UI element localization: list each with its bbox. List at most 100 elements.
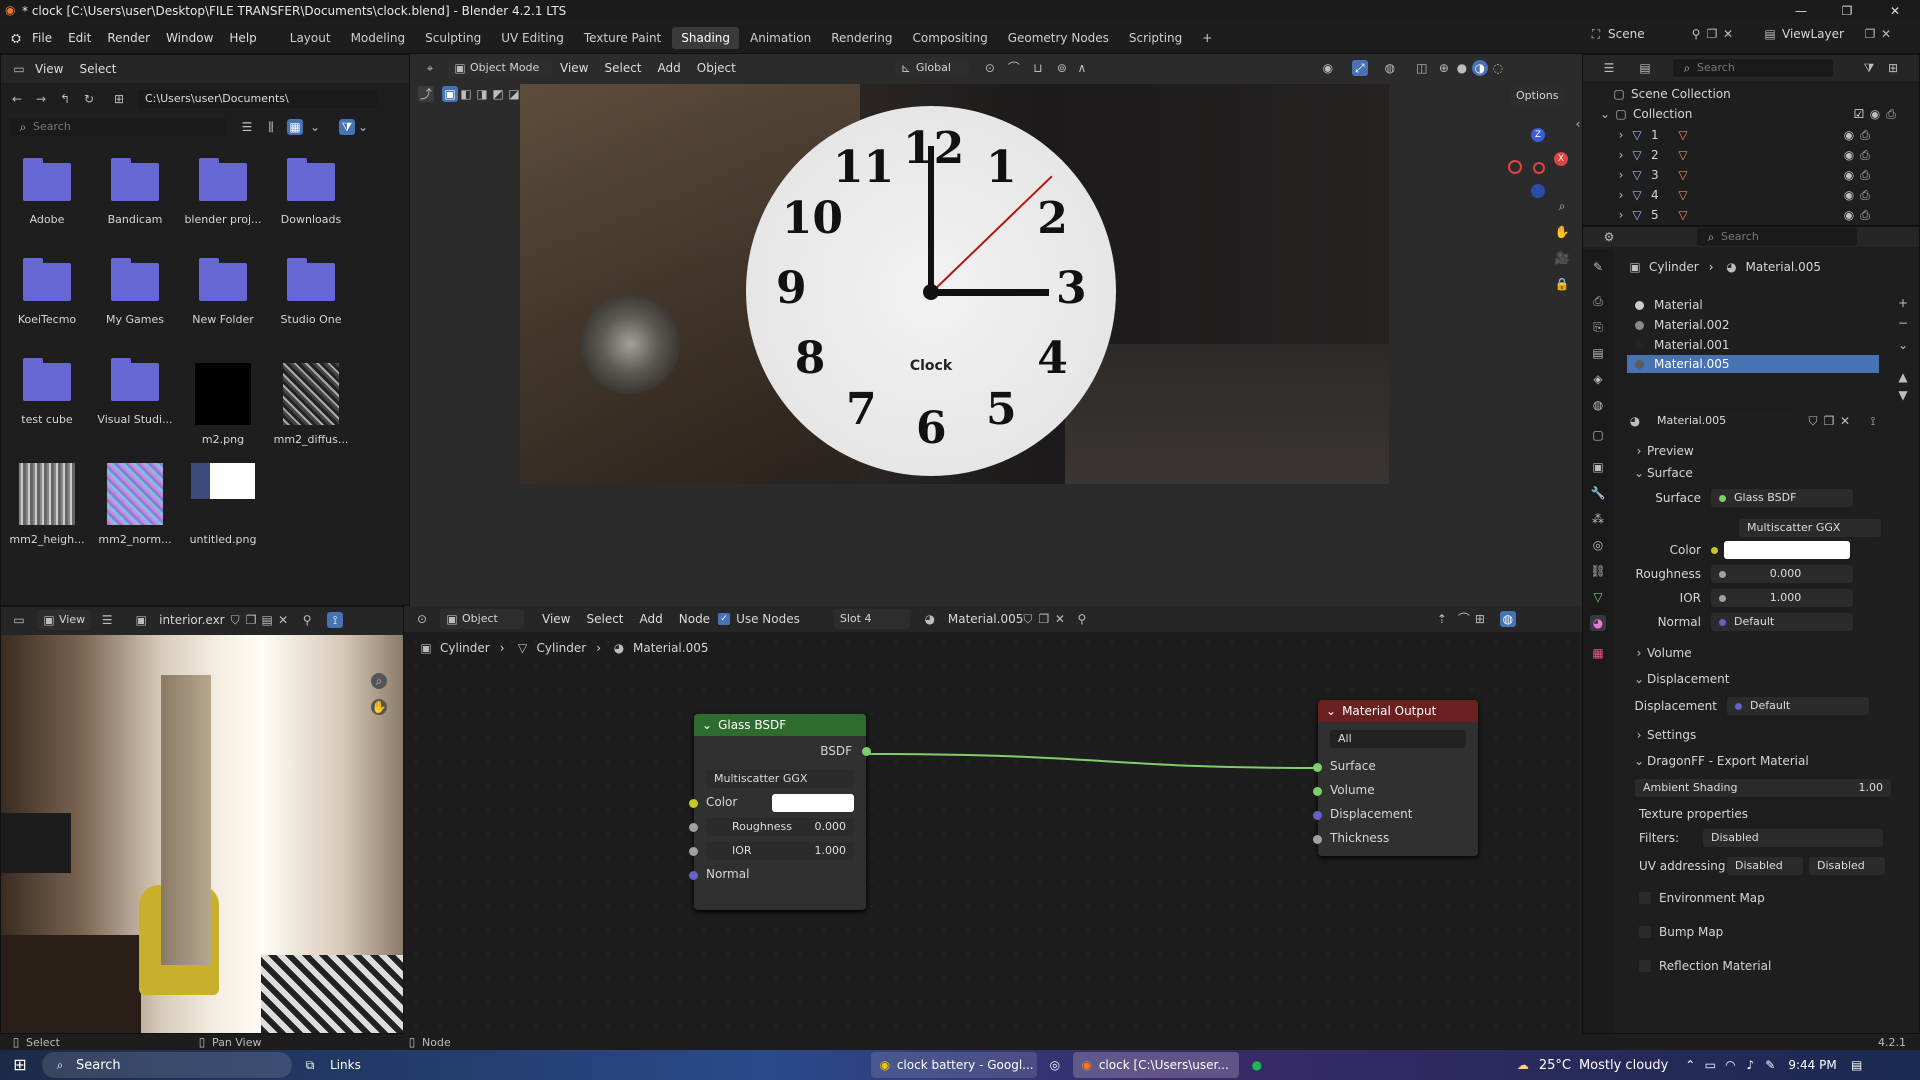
camera-render-icon[interactable]: ⎙ [1857, 207, 1873, 223]
material-shading-icon[interactable]: ◑ [1471, 60, 1488, 76]
normal-field[interactable]: Default [1711, 613, 1853, 631]
list-item[interactable]: › ▽ 1 ▽ ◉ ⎙ [1613, 125, 1919, 145]
remove-slot-icon[interactable]: − [1895, 315, 1911, 331]
fb-select-menu[interactable]: Select [71, 57, 124, 81]
menu-render[interactable]: Render [99, 26, 158, 50]
roughness-input-socket[interactable] [689, 823, 698, 832]
surface-shader-field[interactable]: Glass BSDF [1711, 489, 1853, 507]
object-tab-icon[interactable]: ▣ [1590, 459, 1606, 475]
select-invert-icon[interactable]: ◩ [490, 86, 506, 102]
links-toolbar[interactable]: Links [330, 1058, 361, 1072]
folder-item[interactable]: Studio One [267, 258, 355, 326]
view-dropdown-icon[interactable]: ⌄ [307, 119, 323, 135]
forward-arrow-icon[interactable]: → [33, 91, 49, 107]
add-workspace-icon[interactable]: + [1193, 27, 1221, 49]
menu-edit[interactable]: Edit [60, 26, 99, 50]
node-editor[interactable]: ⊙ ▣ Object View Select Add Node ✓ Use Node… [404, 606, 1582, 1034]
folder-item[interactable]: Downloads [267, 158, 355, 226]
folder-item[interactable]: My Games [91, 258, 179, 326]
tab-rendering[interactable]: Rendering [822, 27, 901, 49]
eye-icon[interactable]: ◉ [1841, 187, 1857, 203]
zoom-icon[interactable]: ⌕ [371, 673, 387, 689]
select-subtract-icon[interactable]: ◨ [474, 86, 490, 102]
uv-dropdown-1[interactable]: Disabled [1727, 857, 1803, 875]
image-name[interactable]: interior.exr [159, 613, 227, 627]
material-name-field[interactable]: Material.005 [1649, 412, 1799, 430]
collapse-arrow-icon[interactable]: ⌄ [1326, 700, 1336, 722]
displacement-section[interactable]: ⌄ Displacement [1631, 671, 1730, 687]
list-item-active[interactable]: Material.005 [1627, 355, 1879, 373]
eye-icon[interactable]: ◉ [1867, 106, 1883, 122]
filter-dropdown-icon[interactable]: ⌄ [355, 119, 371, 135]
move-down-icon[interactable]: ▼ [1895, 387, 1911, 403]
steam-icon[interactable]: ◎ [1047, 1057, 1063, 1073]
copy-viewlayer-icon[interactable]: ❐ [1862, 26, 1878, 42]
battery-icon[interactable]: ▭ [1702, 1057, 1718, 1073]
displacement-input-socket[interactable] [1313, 811, 1322, 820]
expand-arrow-icon[interactable]: › [1613, 167, 1629, 183]
vp-add-menu[interactable]: Add [650, 56, 689, 80]
checkbox-icon[interactable] [1639, 960, 1651, 972]
open-folder-icon[interactable]: ▤ [259, 612, 275, 628]
roughness-field[interactable]: Roughness 0.000 [706, 818, 854, 836]
vp-select-menu[interactable]: Select [596, 56, 649, 80]
fb-view-menu[interactable]: View [27, 57, 71, 81]
editor-type-icon[interactable]: ⌖ [422, 60, 438, 76]
falloff-icon[interactable]: ∧ [1074, 60, 1090, 76]
collapse-arrow-icon[interactable]: ⌄ [702, 714, 712, 736]
tab-scripting[interactable]: Scripting [1120, 27, 1191, 49]
slot-menu-icon[interactable]: ⌄ [1895, 337, 1911, 353]
taskbar-blender-button[interactable]: ◉ clock [C:\Users\user... [1072, 1052, 1239, 1078]
settings-section[interactable]: › Settings [1631, 727, 1697, 743]
display-mode-icon[interactable]: ▤ [1637, 60, 1653, 76]
camera-render-icon[interactable]: ⎙ [1857, 127, 1873, 143]
outliner-search-input[interactable]: ⌕ Search [1673, 59, 1833, 77]
visibility-icon[interactable]: ◉ [1320, 60, 1336, 76]
new-collection-icon[interactable]: ⊞ [1885, 60, 1901, 76]
navigation-gizmo[interactable]: X Z [1508, 128, 1568, 198]
task-view-icon[interactable]: ⧉ [302, 1057, 318, 1073]
reflection-material-row[interactable]: Reflection Material [1639, 959, 1771, 973]
cursor-tool-icon[interactable]: ⤴ [418, 86, 434, 102]
ie-view-dropdown[interactable]: ▣ View [37, 610, 92, 630]
pan-hand-icon[interactable]: ✋ [371, 699, 387, 715]
collection-row[interactable]: ⌄ ▢ Collection ☑ ◉ ⎙ [1597, 105, 1917, 123]
file-item[interactable]: mm2_heigh... [3, 463, 91, 546]
link-icon[interactable]: ⟟ [327, 612, 344, 628]
glass-bsdf-node[interactable]: ⌄ Glass BSDF BSDF Multiscatter GGX Color … [689, 714, 871, 910]
duplicate-icon[interactable]: ❐ [243, 612, 259, 628]
proportional-edit-icon[interactable]: ⊚ [1054, 60, 1070, 76]
material-output-node[interactable]: ⌄ Material Output All Surface Volume Disp… [1313, 700, 1478, 856]
editor-type-icon[interactable]: ▭ [11, 612, 27, 628]
ior-field[interactable]: IOR 1.000 [706, 842, 854, 860]
blender-menu-icon[interactable]: ⛭ [8, 30, 24, 46]
taskbar-chrome-button[interactable]: ◉ clock battery - Googl... [870, 1052, 1037, 1078]
list-view-icon[interactable]: ☰ [239, 119, 255, 135]
tab-layout[interactable]: Layout [281, 27, 340, 49]
menu-help[interactable]: Help [221, 26, 264, 50]
output-tab-icon[interactable]: ⎘ [1590, 319, 1606, 335]
node-header[interactable]: ⌄ Material Output [1318, 700, 1478, 722]
3d-viewport[interactable]: ⌖ ▣ Object Mode View Select Add Object ⊾ G… [410, 54, 1582, 606]
expand-arrow-icon[interactable]: › [1613, 187, 1629, 203]
close-viewlayer-icon[interactable]: ✕ [1878, 26, 1894, 42]
vp-view-menu[interactable]: View [552, 56, 596, 80]
tool-tab-icon[interactable]: ✎ [1590, 259, 1606, 275]
data-tab-icon[interactable]: ▽ [1590, 589, 1606, 605]
ambient-shading-field[interactable]: Ambient Shading 1.00 [1635, 779, 1891, 797]
distribution-dropdown[interactable]: Multiscatter GGX [706, 770, 854, 788]
eye-icon[interactable]: ◉ [1841, 207, 1857, 223]
z-axis-icon[interactable]: Z [1531, 128, 1545, 142]
checkbox-icon[interactable]: ☑ [1851, 106, 1867, 122]
image-browse-icon[interactable]: ▣ [133, 612, 149, 628]
wireframe-shading-icon[interactable]: ⊕ [1436, 60, 1452, 76]
editor-type-icon[interactable]: ☰ [1601, 60, 1617, 76]
folder-item[interactable]: Bandicam [91, 158, 179, 226]
checkbox-icon[interactable] [1639, 926, 1651, 938]
modifier-tab-icon[interactable]: 🔧 [1590, 485, 1606, 501]
folder-item[interactable]: Adobe [3, 158, 91, 226]
tab-sculpting[interactable]: Sculpting [416, 27, 490, 49]
camera-render-icon[interactable]: ⎙ [1857, 147, 1873, 163]
camera-render-icon[interactable]: ⎙ [1857, 187, 1873, 203]
material-tab-icon[interactable]: ◕ [1590, 615, 1606, 631]
